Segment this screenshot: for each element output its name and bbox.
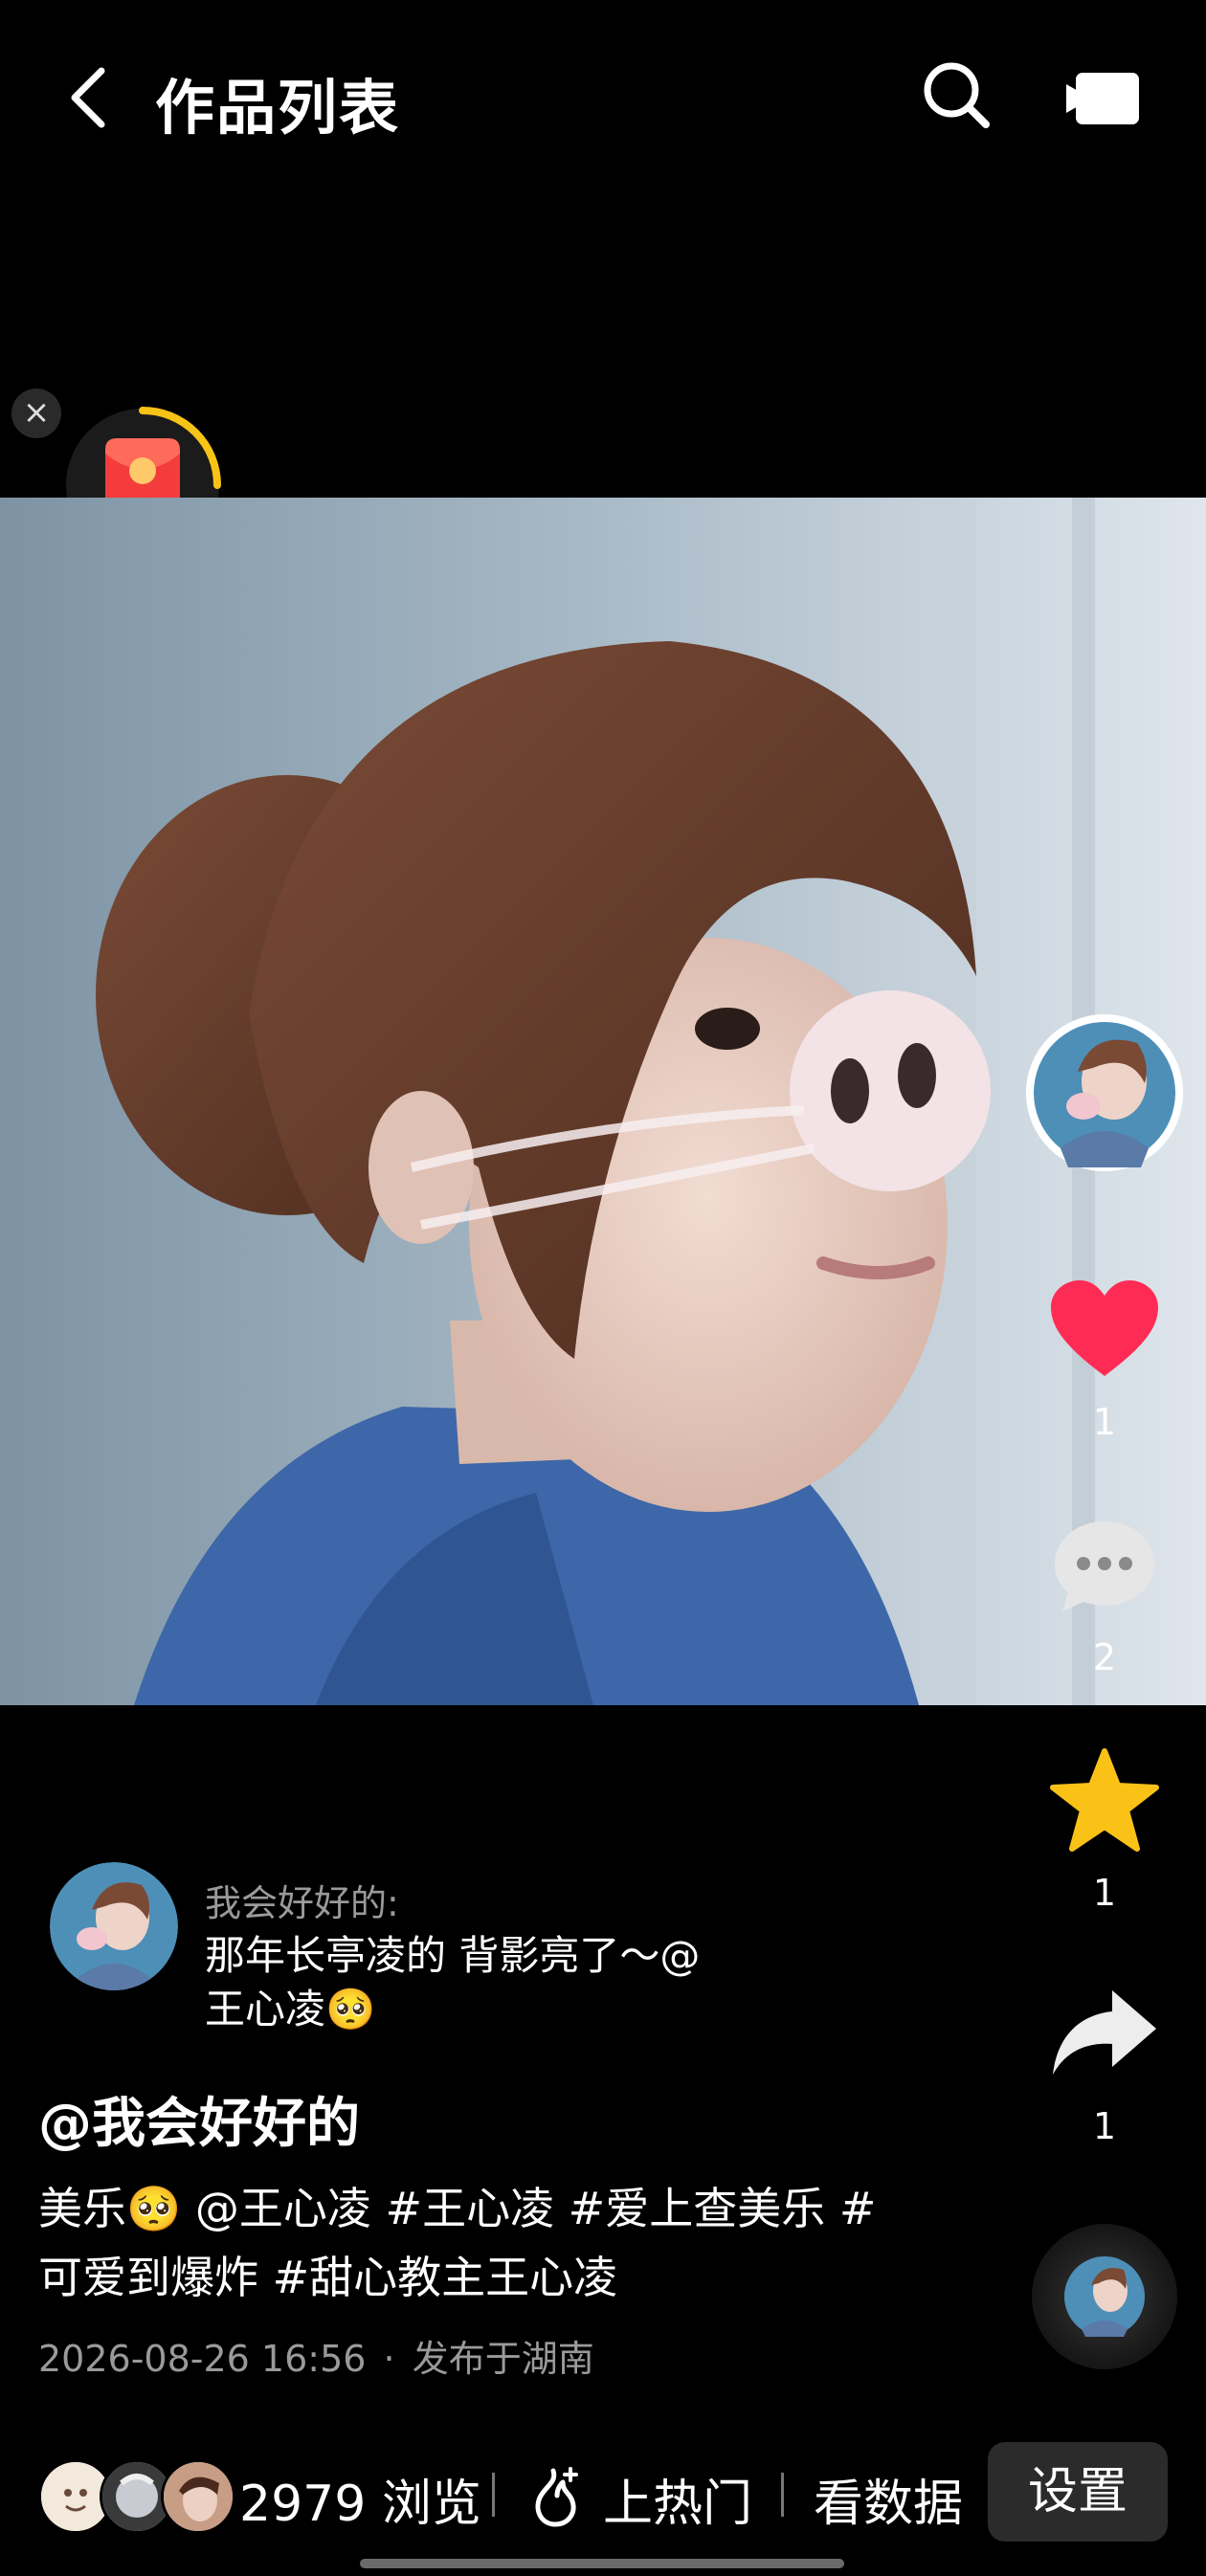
settings-button[interactable]: 设置: [988, 2442, 1168, 2542]
search-icon[interactable]: [921, 59, 992, 130]
divider: [492, 2473, 495, 2517]
share-icon[interactable]: [1049, 1987, 1160, 2078]
music-disc[interactable]: [1032, 2224, 1177, 2369]
divider: [781, 2473, 784, 2517]
fire-icon[interactable]: [528, 2465, 582, 2528]
views-count[interactable]: 2979 浏览: [239, 2463, 481, 2535]
author-handle[interactable]: @我会好好的: [38, 2080, 360, 2158]
video-player[interactable]: [0, 498, 1206, 1705]
star-icon[interactable]: [1049, 1747, 1160, 1854]
post-location: 发布于湖南: [412, 2338, 594, 2380]
comment-text: 那年长亭凌的 背影亮了～@王心凌🥺: [205, 1932, 701, 2032]
views-number: 2979: [239, 2476, 367, 2533]
creator-avatar[interactable]: [1026, 1014, 1183, 1171]
post-description: 美乐🥺 @王心凌 #王心凌 #爱上查美乐 #可爱到爆炸 #甜心教主王心凌: [38, 2183, 877, 2303]
views-label: 浏览: [381, 2476, 481, 2533]
viewer-avatar[interactable]: [161, 2459, 235, 2534]
favorite-count: 1: [1092, 1872, 1117, 1914]
meta-separator: ·: [383, 2338, 395, 2380]
commenter-avatar[interactable]: [50, 1862, 178, 1990]
promote-button[interactable]: 上热门: [603, 2463, 752, 2535]
close-icon[interactable]: ×: [11, 389, 61, 438]
post-meta: 2026-08-26 16:56 · 发布于湖南: [38, 2329, 594, 2382]
commenter-name[interactable]: 我会好好的:: [205, 1874, 399, 1926]
home-indicator[interactable]: [360, 2559, 844, 2568]
heart-icon[interactable]: [1049, 1278, 1160, 1380]
like-count: 1: [1092, 1401, 1117, 1443]
tv-icon[interactable]: [1066, 71, 1143, 126]
page-title: 作品列表: [155, 73, 401, 143]
view-data-button[interactable]: 看数据: [814, 2463, 963, 2535]
share-count: 1: [1092, 2105, 1117, 2147]
comment-icon[interactable]: [1051, 1518, 1158, 1615]
post-timestamp: 2026-08-26 16:56: [38, 2338, 367, 2380]
back-arrow-icon[interactable]: [63, 67, 117, 128]
comment-count: 2: [1092, 1636, 1117, 1678]
